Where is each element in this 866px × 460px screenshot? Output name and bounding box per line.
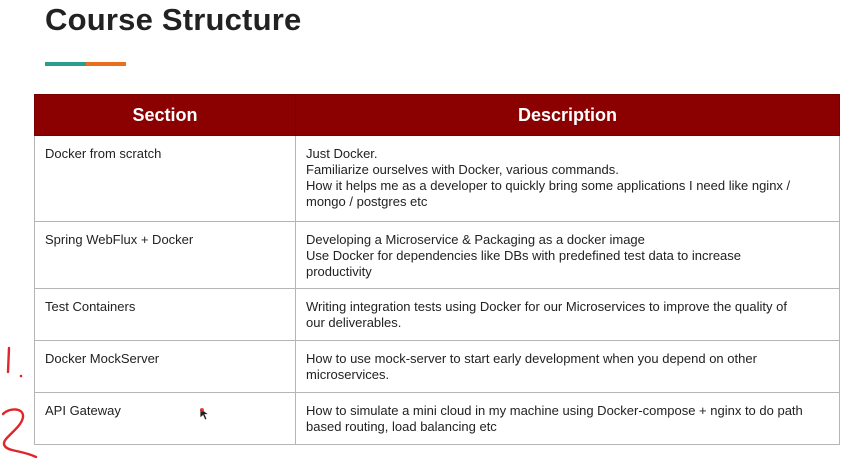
description-line: based routing, load balancing etc xyxy=(306,419,497,434)
row-description: Writing integration tests using Docker f… xyxy=(295,288,840,341)
row-section-name: Docker MockServer xyxy=(34,340,296,393)
description-line: Use Docker for dependencies like DBs wit… xyxy=(306,248,742,263)
accent-bar-orange xyxy=(86,62,126,66)
description-line: How to simulate a mini cloud in my machi… xyxy=(306,403,803,418)
handwritten-one-mark xyxy=(6,346,23,378)
column-header-description: Description xyxy=(295,94,840,136)
description-line: mongo / postgres etc xyxy=(306,194,428,209)
description-line: our deliverables. xyxy=(306,315,402,330)
row-section-name: Test Containers xyxy=(34,288,296,341)
table-row: Spring WebFlux + Docker Developing a Mic… xyxy=(34,221,840,289)
row-description: Just Docker. Familiarize ourselves with … xyxy=(295,135,840,222)
description-line: How to use mock-server to start early de… xyxy=(306,351,757,366)
slide: Course Structure Section Description Doc… xyxy=(0,0,866,460)
description-line: microservices. xyxy=(306,367,390,382)
table-row: Docker from scratch Just Docker. Familia… xyxy=(34,135,840,222)
description-line: How it helps me as a developer to quickl… xyxy=(306,178,791,193)
column-header-section: Section xyxy=(34,94,296,136)
description-line: Just Docker. xyxy=(306,146,378,161)
row-description: Developing a Microservice & Packaging as… xyxy=(295,221,840,289)
mouse-cursor-icon xyxy=(199,407,211,421)
table-row: API Gateway How to simulate a mini cloud… xyxy=(34,392,840,445)
table-row: Docker MockServer How to use mock-server… xyxy=(34,340,840,393)
description-line: Developing a Microservice & Packaging as… xyxy=(306,232,645,247)
row-description: How to use mock-server to start early de… xyxy=(295,340,840,393)
table-row: Test Containers Writing integration test… xyxy=(34,288,840,341)
course-structure-table: Section Description Docker from scratch … xyxy=(34,94,840,445)
row-section-name: Spring WebFlux + Docker xyxy=(34,221,296,289)
accent-bar-teal xyxy=(45,62,86,66)
row-section-name: Docker from scratch xyxy=(34,135,296,222)
table-header-row: Section Description xyxy=(34,94,840,136)
row-section-name: API Gateway xyxy=(34,392,296,445)
description-line: Familiarize ourselves with Docker, vario… xyxy=(306,162,619,177)
description-line: productivity xyxy=(306,264,372,279)
row-description: How to simulate a mini cloud in my machi… xyxy=(295,392,840,445)
page-title: Course Structure xyxy=(45,2,302,37)
description-line: Writing integration tests using Docker f… xyxy=(306,299,787,314)
